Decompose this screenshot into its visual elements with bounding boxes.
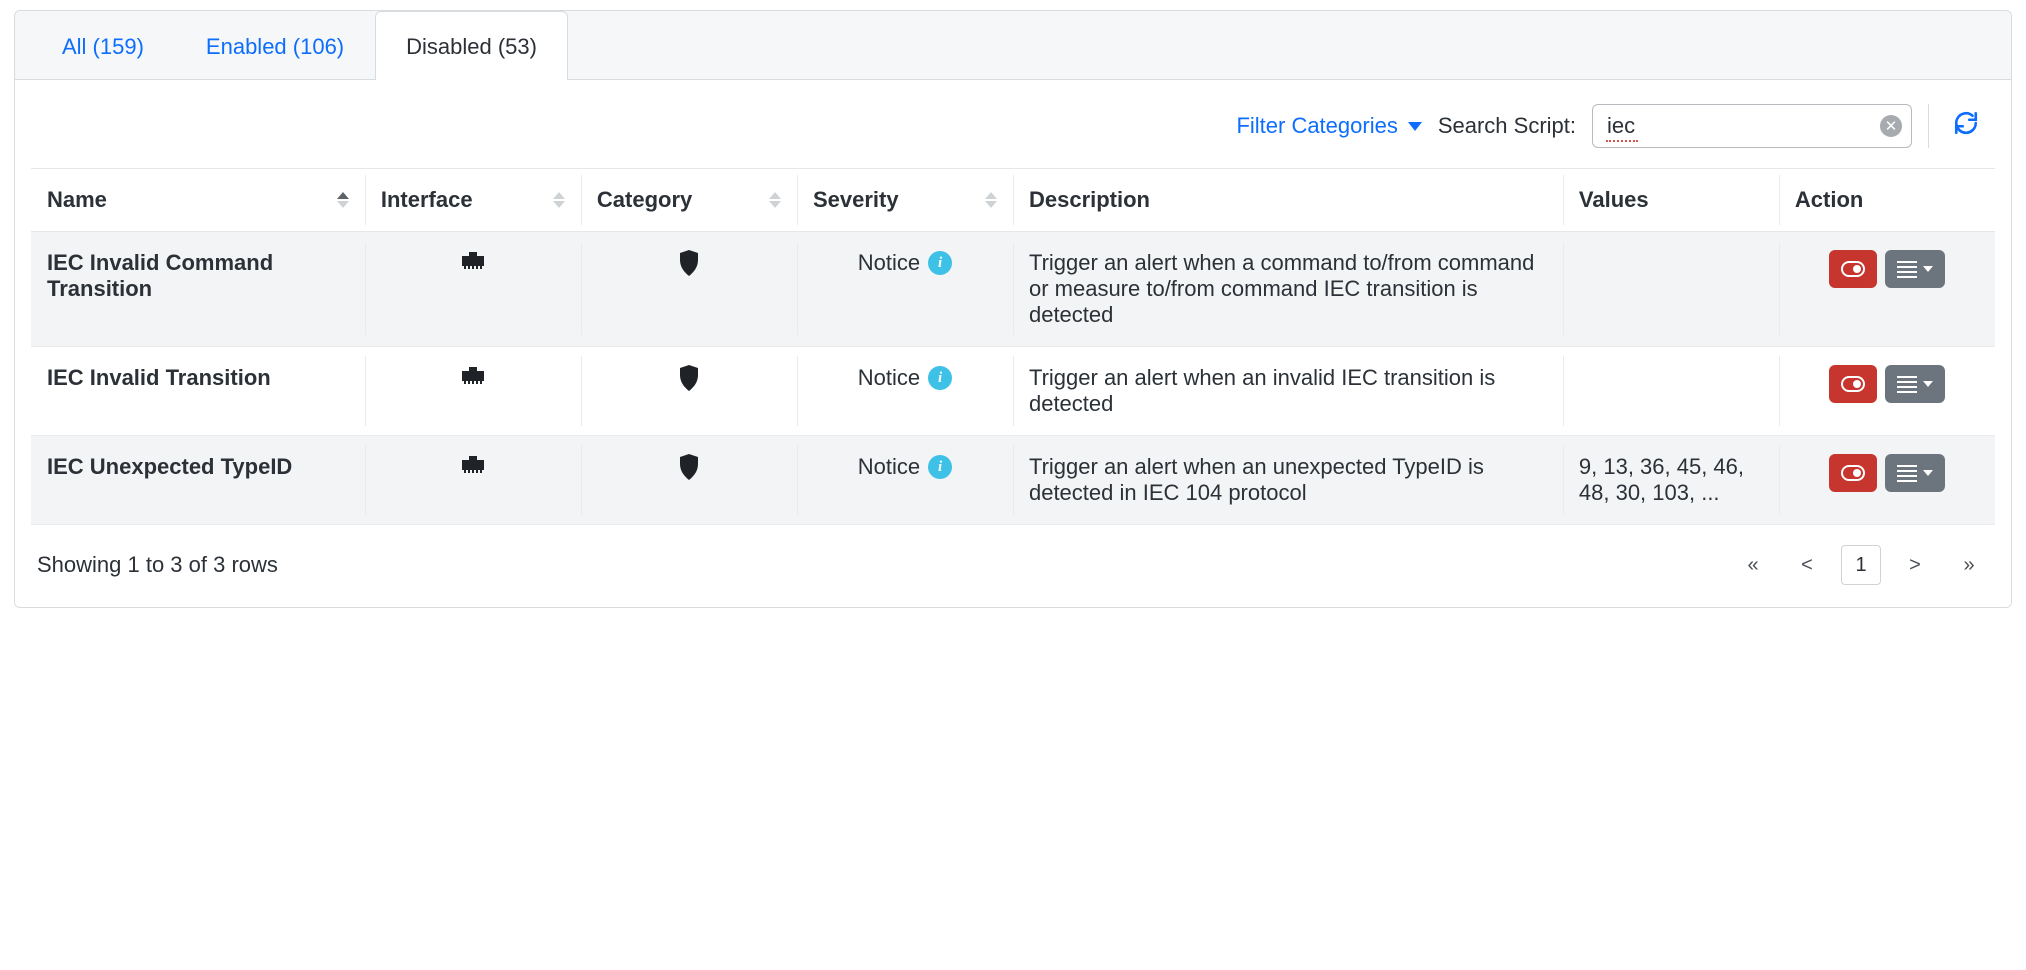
col-header-description: Description (1013, 168, 1563, 232)
row-actions-menu-button[interactable] (1885, 365, 1945, 403)
row-actions-menu-button[interactable] (1885, 454, 1945, 492)
tabs-bar: All (159) Enabled (106) Disabled (53) (15, 11, 2011, 80)
table-footer: Showing 1 to 3 of 3 rows « < 1 > » (31, 525, 1995, 591)
pagination: « < 1 > » (1733, 545, 1989, 585)
page-last-button[interactable]: » (1949, 545, 1989, 585)
filter-categories-dropdown[interactable]: Filter Categories (1236, 113, 1421, 139)
page-number-current[interactable]: 1 (1841, 545, 1881, 585)
severity-text: Notice (858, 454, 920, 480)
cell-values (1563, 232, 1779, 347)
col-header-action: Action (1779, 168, 1995, 232)
scripts-table: Name Interface (31, 168, 1995, 525)
cell-action (1779, 436, 1995, 525)
toggle-enable-button[interactable] (1829, 454, 1877, 492)
ethernet-icon (460, 250, 486, 270)
cell-values (1563, 347, 1779, 436)
toolbar-divider (1928, 104, 1929, 148)
refresh-icon (1953, 110, 1979, 136)
cell-description: Trigger an alert when an invalid IEC tra… (1013, 347, 1563, 436)
tab-disabled[interactable]: Disabled (53) (375, 11, 568, 80)
cell-severity: Notice i (797, 347, 1013, 436)
cell-interface (365, 436, 581, 525)
col-header-description-label: Description (1029, 187, 1150, 212)
cell-action (1779, 232, 1995, 347)
table-row: IEC Invalid Command Transition Notice i … (31, 232, 1995, 347)
col-header-category[interactable]: Category (581, 168, 797, 232)
cell-interface (365, 347, 581, 436)
row-actions-menu-button[interactable] (1885, 250, 1945, 288)
cell-category (581, 436, 797, 525)
cell-values: 9, 13, 36, 45, 46, 48, 30, 103, ... (1563, 436, 1779, 525)
severity-text: Notice (858, 250, 920, 276)
col-header-action-label: Action (1795, 187, 1863, 212)
refresh-button[interactable] (1945, 106, 1987, 147)
toggle-enable-button[interactable] (1829, 250, 1877, 288)
sort-icon (769, 192, 781, 208)
severity-text: Notice (858, 365, 920, 391)
caret-down-icon (1923, 470, 1933, 476)
cell-description: Trigger an alert when an unexpected Type… (1013, 436, 1563, 525)
cell-name: IEC Unexpected TypeID (31, 436, 365, 525)
row-status-text: Showing 1 to 3 of 3 rows (37, 552, 278, 578)
sort-icon (553, 192, 565, 208)
page-first-button[interactable]: « (1733, 545, 1773, 585)
ethernet-icon (460, 365, 486, 385)
caret-down-icon (1923, 266, 1933, 272)
col-header-category-label: Category (597, 187, 692, 213)
toggle-icon (1841, 376, 1865, 392)
shield-icon (678, 250, 700, 276)
col-header-values: Values (1563, 168, 1779, 232)
cell-severity: Notice i (797, 436, 1013, 525)
tab-all[interactable]: All (159) (31, 11, 175, 80)
caret-down-icon (1923, 381, 1933, 387)
list-icon (1897, 261, 1917, 278)
col-header-name-label: Name (47, 187, 107, 213)
shield-icon (678, 365, 700, 391)
info-icon[interactable]: i (928, 455, 952, 479)
scripts-panel: All (159) Enabled (106) Disabled (53) Fi… (14, 10, 2012, 608)
cell-name: IEC Invalid Command Transition (31, 232, 365, 347)
cell-category (581, 232, 797, 347)
filter-categories-label: Filter Categories (1236, 113, 1397, 139)
table-row: IEC Unexpected TypeID Notice i Trigger a… (31, 436, 1995, 525)
sort-icon (337, 192, 349, 208)
cell-action (1779, 347, 1995, 436)
table-toolbar: Filter Categories Search Script: ✕ (31, 80, 1995, 168)
toggle-enable-button[interactable] (1829, 365, 1877, 403)
list-icon (1897, 465, 1917, 482)
page-next-button[interactable]: > (1895, 545, 1935, 585)
list-icon (1897, 376, 1917, 393)
col-header-interface[interactable]: Interface (365, 168, 581, 232)
toggle-icon (1841, 465, 1865, 481)
shield-icon (678, 454, 700, 480)
cell-interface (365, 232, 581, 347)
page-prev-button[interactable]: < (1787, 545, 1827, 585)
ethernet-icon (460, 454, 486, 474)
col-header-values-label: Values (1579, 187, 1649, 212)
cell-description: Trigger an alert when a command to/from … (1013, 232, 1563, 347)
cell-severity: Notice i (797, 232, 1013, 347)
col-header-name[interactable]: Name (31, 168, 365, 232)
cell-name: IEC Invalid Transition (31, 347, 365, 436)
search-input[interactable] (1592, 104, 1912, 148)
search-label: Search Script: (1438, 113, 1576, 139)
info-icon[interactable]: i (928, 251, 952, 275)
col-header-severity-label: Severity (813, 187, 899, 213)
col-header-interface-label: Interface (381, 187, 473, 213)
caret-down-icon (1408, 122, 1422, 131)
toggle-icon (1841, 261, 1865, 277)
info-icon[interactable]: i (928, 366, 952, 390)
clear-search-button[interactable]: ✕ (1880, 115, 1902, 137)
search-wrapper: ✕ (1592, 104, 1912, 148)
tab-enabled[interactable]: Enabled (106) (175, 11, 375, 80)
table-row: IEC Invalid Transition Notice i Trigger … (31, 347, 1995, 436)
sort-icon (985, 192, 997, 208)
col-header-severity[interactable]: Severity (797, 168, 1013, 232)
cell-category (581, 347, 797, 436)
